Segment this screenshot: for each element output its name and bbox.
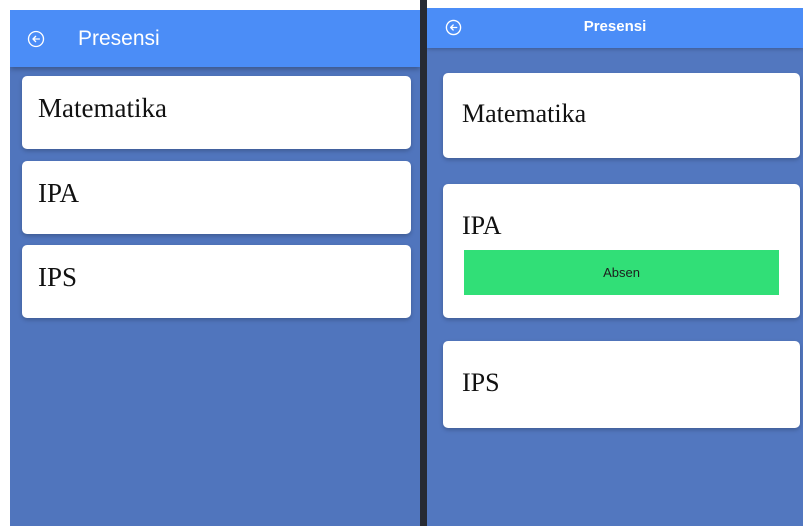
page-title: Presensi xyxy=(78,27,160,50)
subject-card-ipa[interactable]: IPA xyxy=(22,161,411,234)
subject-card-ips[interactable]: IPS xyxy=(443,341,800,428)
back-arrow-icon[interactable] xyxy=(27,30,45,48)
subject-name: IPS xyxy=(462,368,500,397)
subject-card-matematika[interactable]: Matematika xyxy=(443,73,800,158)
absen-button[interactable]: Absen xyxy=(464,250,779,295)
page-title: Presensi xyxy=(583,18,647,35)
subject-name: IPA xyxy=(462,211,502,240)
left-screen: Presensi Matematika IPA IPS xyxy=(10,10,420,526)
screen-divider xyxy=(420,0,427,526)
app-bar: Presensi xyxy=(10,10,420,67)
app-bar: Presensi xyxy=(427,8,803,48)
subject-card-matematika[interactable]: Matematika xyxy=(22,76,411,149)
subject-name: Matematika xyxy=(462,99,587,128)
subject-name: Matematika xyxy=(38,93,167,123)
subject-name: IPS xyxy=(38,262,78,292)
right-screen: Presensi Matematika IPA Absen IPS xyxy=(427,8,803,526)
subject-name: IPA xyxy=(38,178,80,208)
subject-card-ipa-expanded[interactable]: IPA Absen xyxy=(443,184,800,318)
subject-card-ips[interactable]: IPS xyxy=(22,245,411,318)
